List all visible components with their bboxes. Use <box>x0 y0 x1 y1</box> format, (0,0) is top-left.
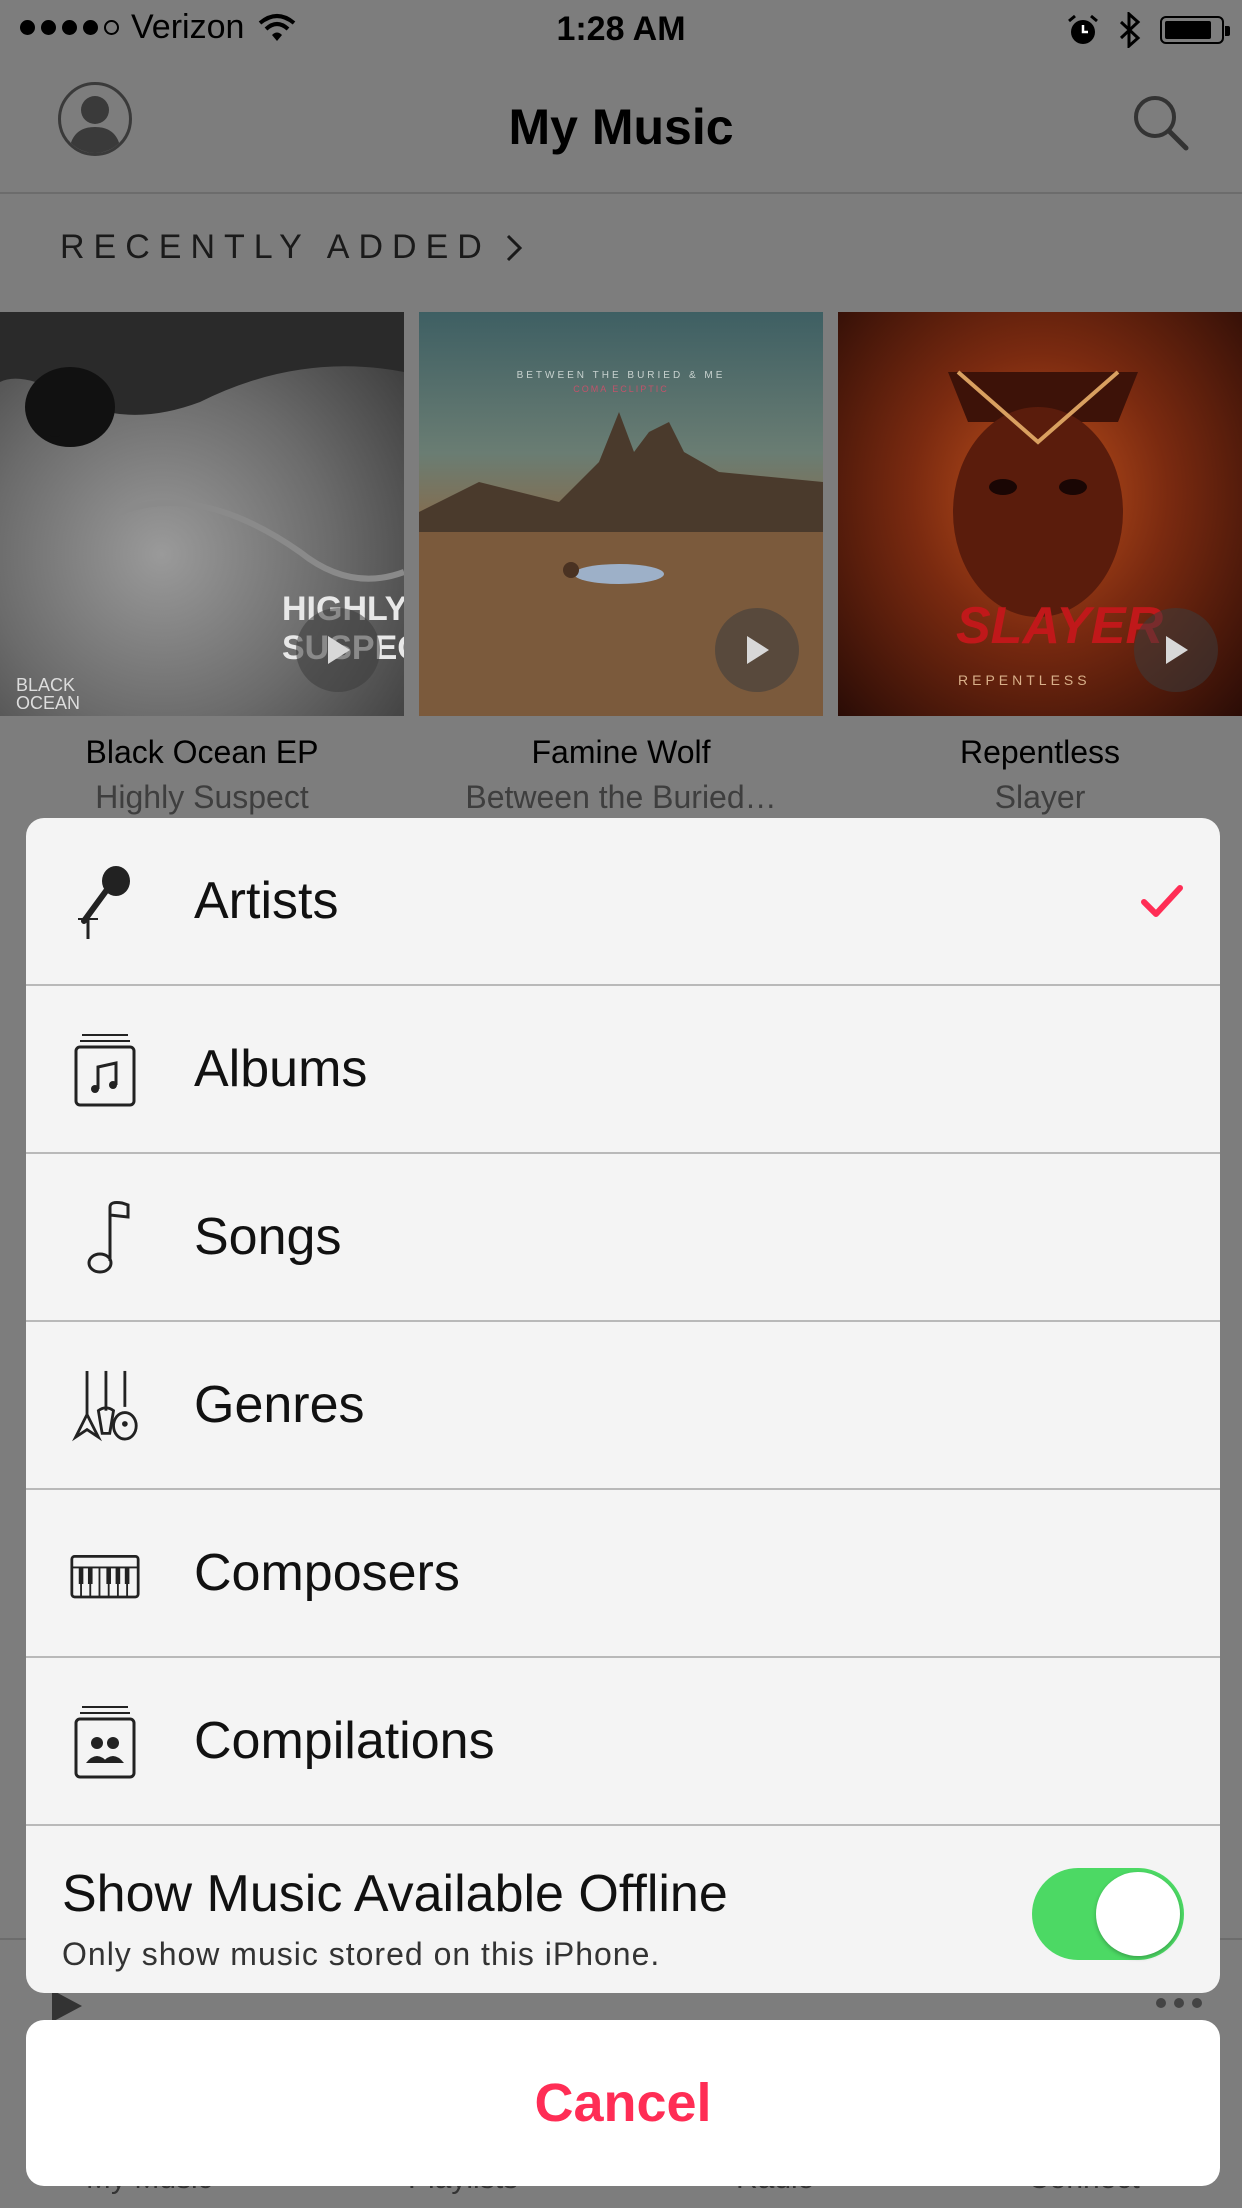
offline-toggle[interactable] <box>1032 1868 1184 1960</box>
play-icon <box>747 636 769 664</box>
more-icon <box>1156 1998 1202 2008</box>
album-tile[interactable]: SLAYER REPENTLESS Repentless Slayer <box>838 312 1242 816</box>
checkmark-icon <box>1141 885 1183 917</box>
cancel-button[interactable]: Cancel <box>26 2020 1220 2186</box>
chevron-right-icon <box>506 234 522 261</box>
album-artist: Slayer <box>994 779 1086 815</box>
clock: 1:28 AM <box>556 10 686 48</box>
sheet-item-label: Composers <box>194 1544 460 1602</box>
compilation-icon <box>70 1701 140 1781</box>
sheet-item-compilations[interactable]: Compilations <box>26 1658 1220 1826</box>
album-title: Famine Wolf <box>531 734 711 770</box>
guitars-icon <box>70 1365 140 1445</box>
sheet-item-artists[interactable]: Artists <box>26 818 1220 986</box>
offline-title: Show Music Available Offline <box>62 1865 728 1923</box>
album-artist: Highly Suspect <box>95 779 309 815</box>
toggle-knob <box>1096 1872 1180 1956</box>
music-note-icon <box>70 1197 140 1277</box>
album-title: Black Ocean EP <box>85 734 319 770</box>
album-cover[interactable]: HIGHLY SUSPECT BLACK OCEAN <box>0 312 404 716</box>
sheet-item-label: Genres <box>194 1376 365 1434</box>
sheet-item-label: Compilations <box>194 1712 495 1770</box>
album-title: Repentless <box>959 734 1121 770</box>
album-artist: Between the Buried… <box>465 779 777 815</box>
nav-bar: My Music <box>0 60 1242 194</box>
play-button[interactable] <box>1134 608 1218 692</box>
status-bar: Verizon 1:28 AM <box>0 0 1242 60</box>
play-icon <box>1166 636 1188 664</box>
play-icon <box>328 636 350 664</box>
sheet-item-label: Albums <box>194 1040 368 1098</box>
cover-art-text: SLAYER <box>956 597 1164 655</box>
album-icon <box>70 1029 140 1109</box>
battery-icon <box>1160 16 1230 44</box>
search-icon[interactable] <box>1128 90 1192 154</box>
sheet-item-genres[interactable]: Genres <box>26 1322 1220 1490</box>
sheet-item-label: Artists <box>194 872 339 930</box>
page-title: My Music <box>508 99 734 155</box>
offline-subtitle: Only show music stored on this iPhone. <box>62 1936 661 1972</box>
sheet-item-label: Songs <box>194 1208 342 1266</box>
cover-art-subtext: COMA ECLIPTIC <box>573 384 669 394</box>
play-button[interactable] <box>296 608 380 692</box>
offline-setting: Show Music Available Offline Only show m… <box>26 1830 1220 1993</box>
sheet-item-composers[interactable]: Composers <box>26 1490 1220 1658</box>
cover-art-text: BETWEEN THE BURIED & ME <box>516 370 726 381</box>
album-tile[interactable]: BETWEEN THE BURIED & ME COMA ECLIPTIC Fa… <box>419 312 823 816</box>
sheet-item-albums[interactable]: Albums <box>26 986 1220 1154</box>
album-cover[interactable]: BETWEEN THE BURIED & ME COMA ECLIPTIC <box>419 312 823 716</box>
microphone-icon <box>70 861 140 941</box>
alarm-icon <box>1068 14 1098 44</box>
sheet-item-songs[interactable]: Songs <box>26 1154 1220 1322</box>
bluetooth-icon <box>1119 12 1141 48</box>
cover-art-subtext: REPENTLESS <box>958 672 1091 688</box>
piano-icon <box>70 1533 140 1613</box>
album-cover[interactable]: SLAYER REPENTLESS <box>838 312 1242 716</box>
cover-art-corner-text: BLACK OCEAN <box>16 675 81 713</box>
album-tile[interactable]: HIGHLY SUSPECT BLACK OCEAN Black Ocean E… <box>0 312 404 816</box>
play-button[interactable] <box>715 608 799 692</box>
section-title: RECENTLY ADDED <box>60 228 491 266</box>
recently-added-link[interactable]: RECENTLY ADDED <box>60 228 523 267</box>
library-filter-sheet: Artists Albums Songs Genres Composers Co… <box>26 818 1220 1993</box>
